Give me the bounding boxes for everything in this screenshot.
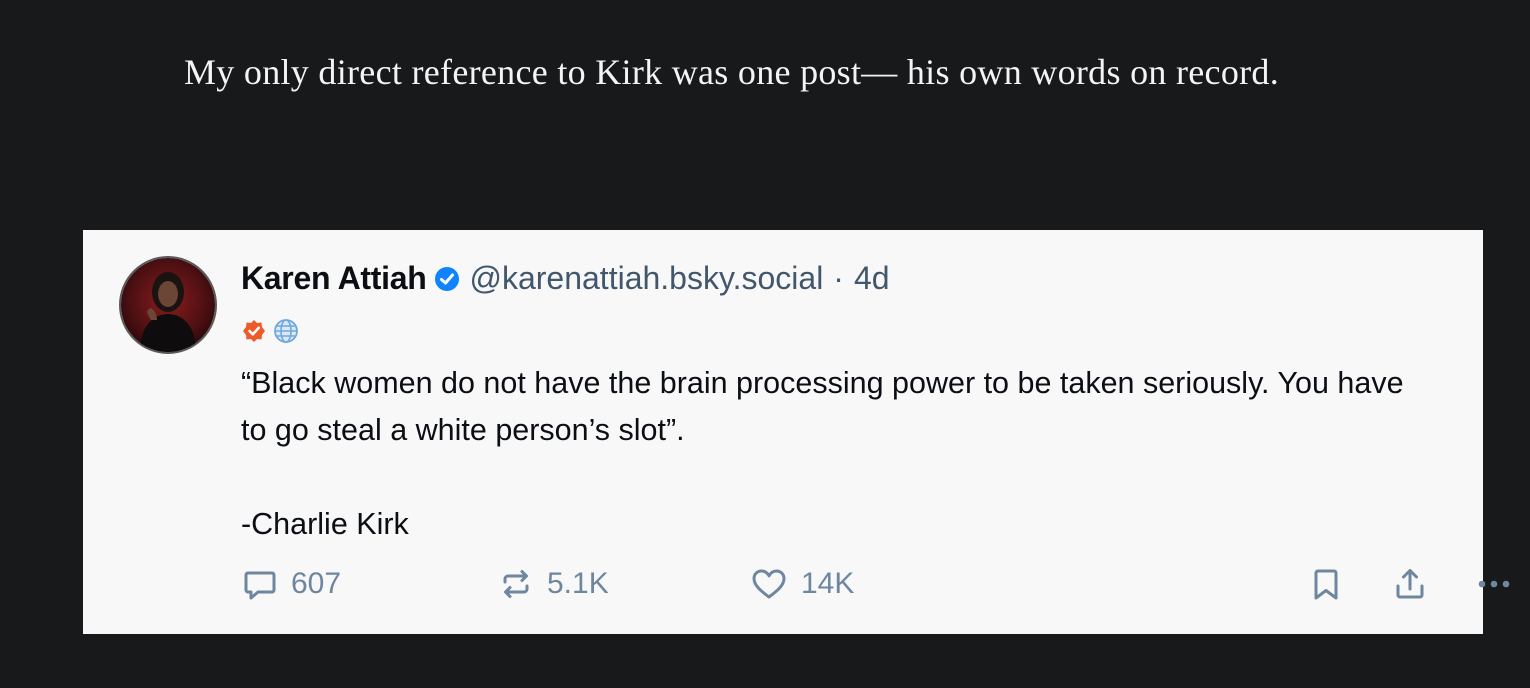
bookmark-icon <box>1307 565 1345 603</box>
more-options-button[interactable] <box>1473 562 1515 606</box>
avatar[interactable] <box>119 256 217 354</box>
author-badges <box>241 318 299 344</box>
verified-check-icon <box>433 264 461 292</box>
author-handle[interactable]: @karenattiah.bsky.social <box>469 260 823 297</box>
share-icon <box>1391 565 1429 603</box>
heart-icon <box>749 565 789 603</box>
reply-icon <box>241 565 279 603</box>
reply-count: 607 <box>291 567 342 600</box>
verified-badge-icon[interactable] <box>241 318 267 344</box>
post-timestamp[interactable]: 4d <box>854 260 890 297</box>
article-paragraph: My only direct reference to Kirk was one… <box>184 52 1280 92</box>
repost-button[interactable]: 5.1K <box>497 562 609 606</box>
page: My only direct reference to Kirk was one… <box>0 0 1530 688</box>
repost-icon <box>497 565 535 603</box>
bookmark-button[interactable] <box>1307 562 1345 606</box>
embedded-post[interactable]: Karen Attiah @karenattiah.bsky.social · … <box>83 230 1510 634</box>
like-count: 14K <box>801 567 855 600</box>
globe-icon[interactable] <box>273 318 299 344</box>
reply-button[interactable]: 607 <box>241 562 341 606</box>
separator-dot: · <box>833 259 844 296</box>
like-button[interactable]: 14K <box>749 562 854 606</box>
author-name[interactable]: Karen Attiah <box>241 260 427 297</box>
post-body: “Black women do not have the brain proce… <box>241 366 1404 541</box>
share-button[interactable] <box>1391 562 1429 606</box>
post-header: Karen Attiah @karenattiah.bsky.social · … <box>241 256 890 300</box>
repost-count: 5.1K <box>547 567 609 600</box>
post-actions: 607 5.1K 14K <box>241 562 1510 606</box>
more-icon <box>1473 565 1515 603</box>
